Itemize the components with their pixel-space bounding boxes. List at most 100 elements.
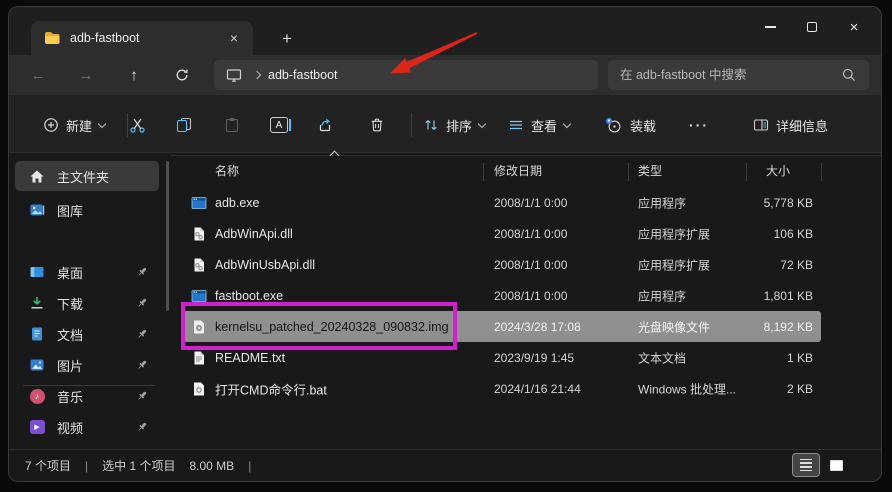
rename-button[interactable]: A xyxy=(262,109,296,141)
view-lines-icon xyxy=(508,117,524,133)
bat-file-icon xyxy=(191,381,207,397)
column-header-row: 名称 修改日期 类型 大小 xyxy=(171,155,882,185)
sidebar-item-label: 视频 xyxy=(57,418,135,437)
file-name: 打开CMD命令行.bat xyxy=(215,379,485,398)
table-row-adbwinusbapi-dll[interactable]: AdbWinUsbApi.dll 2008/1/1 0:00 应用程序扩展 72… xyxy=(183,249,821,280)
column-divider[interactable] xyxy=(483,163,484,181)
search-input[interactable] xyxy=(608,68,841,82)
sidebar-item-home[interactable]: 主文件夹 xyxy=(15,161,159,191)
sidebar-item-videos[interactable]: ▶ 视频 xyxy=(15,412,159,442)
rename-icon: A xyxy=(270,117,288,133)
column-divider[interactable] xyxy=(628,163,629,181)
tab-adb-fastboot[interactable]: adb-fastboot × xyxy=(31,21,253,55)
sidebar-item-documents[interactable]: 文档 xyxy=(15,319,159,349)
delete-button[interactable] xyxy=(361,109,393,141)
mount-button[interactable]: 装载 xyxy=(597,109,664,141)
large-icons-view-toggle[interactable] xyxy=(823,454,849,476)
more-options-button[interactable]: ··· xyxy=(681,109,717,141)
refresh-button[interactable] xyxy=(167,61,197,89)
sidebar-item-label: 图片 xyxy=(57,356,135,375)
gallery-icon xyxy=(29,202,45,218)
pin-icon xyxy=(135,296,149,310)
sidebar-item-pictures[interactable]: 图片 xyxy=(15,350,159,380)
this-pc-icon xyxy=(226,67,242,83)
address-bar[interactable]: adb-fastboot xyxy=(214,60,598,90)
home-icon xyxy=(29,168,45,184)
close-button[interactable]: × xyxy=(833,11,875,43)
command-toolbar: 新建 xyxy=(9,95,881,153)
file-size: 72 KB xyxy=(738,258,813,272)
downloads-icon xyxy=(29,295,45,311)
minimize-button[interactable] xyxy=(749,11,791,43)
column-header-date[interactable]: 修改日期 xyxy=(494,162,542,179)
cut-button[interactable] xyxy=(121,109,154,141)
dll-file-icon xyxy=(191,226,207,242)
sidebar-item-downloads[interactable]: 下载 xyxy=(15,288,159,318)
details-pane-button[interactable]: 详细信息 xyxy=(745,109,836,141)
new-button[interactable]: 新建 xyxy=(35,109,113,141)
cut-icon xyxy=(129,117,146,134)
up-button[interactable]: ↑ xyxy=(119,61,149,89)
column-divider[interactable] xyxy=(746,163,747,181)
pin-icon xyxy=(135,420,149,434)
file-type: 文本文档 xyxy=(638,349,738,366)
status-divider: | xyxy=(85,459,88,473)
maximize-button[interactable] xyxy=(791,11,833,43)
copy-icon xyxy=(176,117,192,133)
table-row-adbwinapi-dll[interactable]: AdbWinApi.dll 2008/1/1 0:00 应用程序扩展 106 K… xyxy=(183,218,821,249)
breadcrumb-chevron-icon xyxy=(253,71,261,79)
back-button[interactable]: ← xyxy=(23,61,53,89)
sidebar-item-label: 桌面 xyxy=(57,263,135,282)
mount-disc-icon xyxy=(605,117,623,134)
close-icon: × xyxy=(850,20,859,35)
table-row-adb-exe[interactable]: adb.exe 2008/1/1 0:00 应用程序 5,778 KB xyxy=(183,187,821,218)
file-date: 2008/1/1 0:00 xyxy=(494,227,629,241)
sidebar-item-desktop[interactable]: 桌面 xyxy=(15,257,159,287)
file-date: 2024/1/16 21:44 xyxy=(494,382,629,396)
column-header-name[interactable]: 名称 xyxy=(215,162,239,179)
search-box xyxy=(608,60,869,90)
pin-icon xyxy=(135,327,149,341)
item-count: 7 个项目 xyxy=(25,457,71,474)
music-icon: ♪ xyxy=(29,388,45,404)
details-view-toggle[interactable] xyxy=(793,454,819,476)
file-type: 应用程序扩展 xyxy=(638,225,738,242)
sidebar-item-label: 音乐 xyxy=(57,387,135,406)
column-divider[interactable] xyxy=(821,163,822,181)
details-view-icon xyxy=(800,459,812,471)
details-pane-icon xyxy=(753,117,769,133)
sidebar-item-label: 图库 xyxy=(57,201,159,220)
file-type: 应用程序扩展 xyxy=(638,256,738,273)
file-size: 1,801 KB xyxy=(738,289,813,303)
sidebar-item-music[interactable]: ♪ 音乐 xyxy=(15,381,159,411)
column-header-size[interactable]: 大小 xyxy=(766,162,790,179)
view-button[interactable]: 查看 xyxy=(500,109,578,141)
file-size: 106 KB xyxy=(738,227,813,241)
search-icon[interactable] xyxy=(841,67,857,83)
screenshot-stage: adb-fastboot × + × ← → ↑ xyxy=(0,0,892,492)
sidebar-item-gallery[interactable]: 图库 xyxy=(15,195,159,225)
copy-button[interactable] xyxy=(168,109,200,141)
status-divider: | xyxy=(248,459,251,473)
documents-icon xyxy=(29,326,45,342)
paste-button[interactable] xyxy=(216,109,248,141)
sort-button[interactable]: 排序 xyxy=(415,109,493,141)
sidebar-item-label: 下载 xyxy=(57,294,135,313)
new-tab-button[interactable]: + xyxy=(275,27,299,51)
large-icons-view-icon xyxy=(830,460,843,471)
folder-icon xyxy=(44,31,60,45)
pin-icon xyxy=(135,389,149,403)
chevron-down-icon xyxy=(478,119,486,127)
share-icon xyxy=(317,117,333,133)
column-header-type[interactable]: 类型 xyxy=(638,162,662,179)
pin-icon xyxy=(135,265,149,279)
breadcrumb-folder[interactable]: adb-fastboot xyxy=(268,68,338,82)
forward-button[interactable]: → xyxy=(71,61,101,89)
file-date: 2024/3/28 17:08 xyxy=(494,320,629,334)
share-button[interactable] xyxy=(309,109,341,141)
table-row-cmd-bat[interactable]: 打开CMD命令行.bat 2024/1/16 21:44 Windows 批处理… xyxy=(183,373,821,404)
sidebar-scrollbar[interactable] xyxy=(166,161,169,311)
chevron-down-icon xyxy=(98,119,106,127)
tab-close-icon[interactable]: × xyxy=(223,27,245,49)
maximize-icon xyxy=(807,22,817,32)
